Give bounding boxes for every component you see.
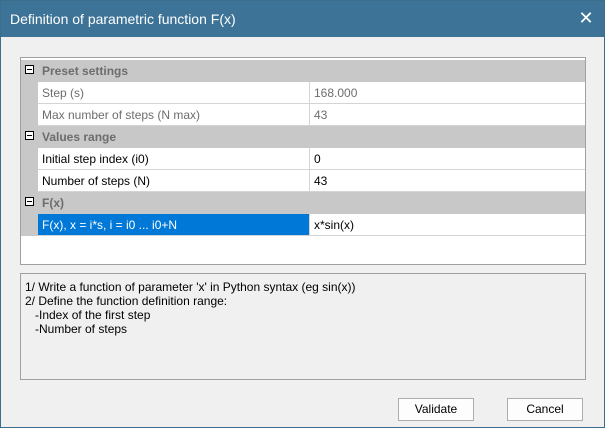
property-row-max-steps[interactable]: Max number of steps (N max) 43 bbox=[21, 104, 585, 126]
property-value: 168.000 bbox=[310, 82, 585, 104]
row-gutter bbox=[21, 104, 38, 126]
property-name: F(x), x = i*s, i = i0 ... i0+N bbox=[38, 214, 310, 236]
window-title: Definition of parametric function F(x) bbox=[10, 11, 236, 27]
property-row-function[interactable]: F(x), x = i*s, i = i0 ... i0+N x*sin(x) bbox=[21, 214, 585, 236]
property-name: Initial step index (i0) bbox=[38, 148, 310, 170]
property-value-input[interactable]: 43 bbox=[310, 170, 585, 192]
description-panel: 1/ Write a function of parameter 'x' in … bbox=[20, 273, 586, 380]
property-name: Step (s) bbox=[38, 82, 310, 104]
description-line: 2/ Define the function definition range: bbox=[25, 294, 228, 308]
category-fx[interactable]: F(x) bbox=[21, 192, 585, 214]
property-row-step[interactable]: Step (s) 168.000 bbox=[21, 82, 585, 104]
property-grid: Preset settings Step (s) 168.000 Max num… bbox=[20, 57, 586, 265]
row-gutter bbox=[21, 170, 38, 192]
cancel-button[interactable]: Cancel bbox=[507, 398, 583, 421]
row-gutter bbox=[21, 82, 38, 104]
title-bar[interactable]: Definition of parametric function F(x) ✕ bbox=[1, 1, 604, 37]
category-label: Preset settings bbox=[42, 64, 129, 78]
property-row-number-of-steps[interactable]: Number of steps (N) 43 bbox=[21, 170, 585, 192]
property-value-input[interactable]: 0 bbox=[310, 148, 585, 170]
row-gutter bbox=[21, 214, 38, 236]
description-line: 1/ Write a function of parameter 'x' in … bbox=[25, 280, 356, 294]
property-value: 43 bbox=[310, 104, 585, 126]
property-name: Number of steps (N) bbox=[38, 170, 310, 192]
category-preset-settings[interactable]: Preset settings bbox=[21, 60, 585, 82]
collapse-icon[interactable] bbox=[25, 65, 34, 74]
close-icon[interactable]: ✕ bbox=[568, 1, 604, 37]
validate-button[interactable]: Validate bbox=[398, 398, 474, 421]
function-expression-input[interactable]: x*sin(x) bbox=[310, 214, 585, 236]
category-label: F(x) bbox=[42, 196, 64, 210]
collapse-icon[interactable] bbox=[25, 131, 34, 140]
property-row-initial-step[interactable]: Initial step index (i0) 0 bbox=[21, 148, 585, 170]
description-line: -Number of steps bbox=[25, 322, 128, 336]
collapse-icon[interactable] bbox=[25, 197, 34, 206]
category-values-range[interactable]: Values range bbox=[21, 126, 585, 148]
property-name: Max number of steps (N max) bbox=[38, 104, 310, 126]
description-line: -Index of the first step bbox=[25, 308, 151, 322]
row-gutter bbox=[21, 148, 38, 170]
dialog-window: Definition of parametric function F(x) ✕… bbox=[0, 0, 605, 428]
category-label: Values range bbox=[42, 130, 117, 144]
